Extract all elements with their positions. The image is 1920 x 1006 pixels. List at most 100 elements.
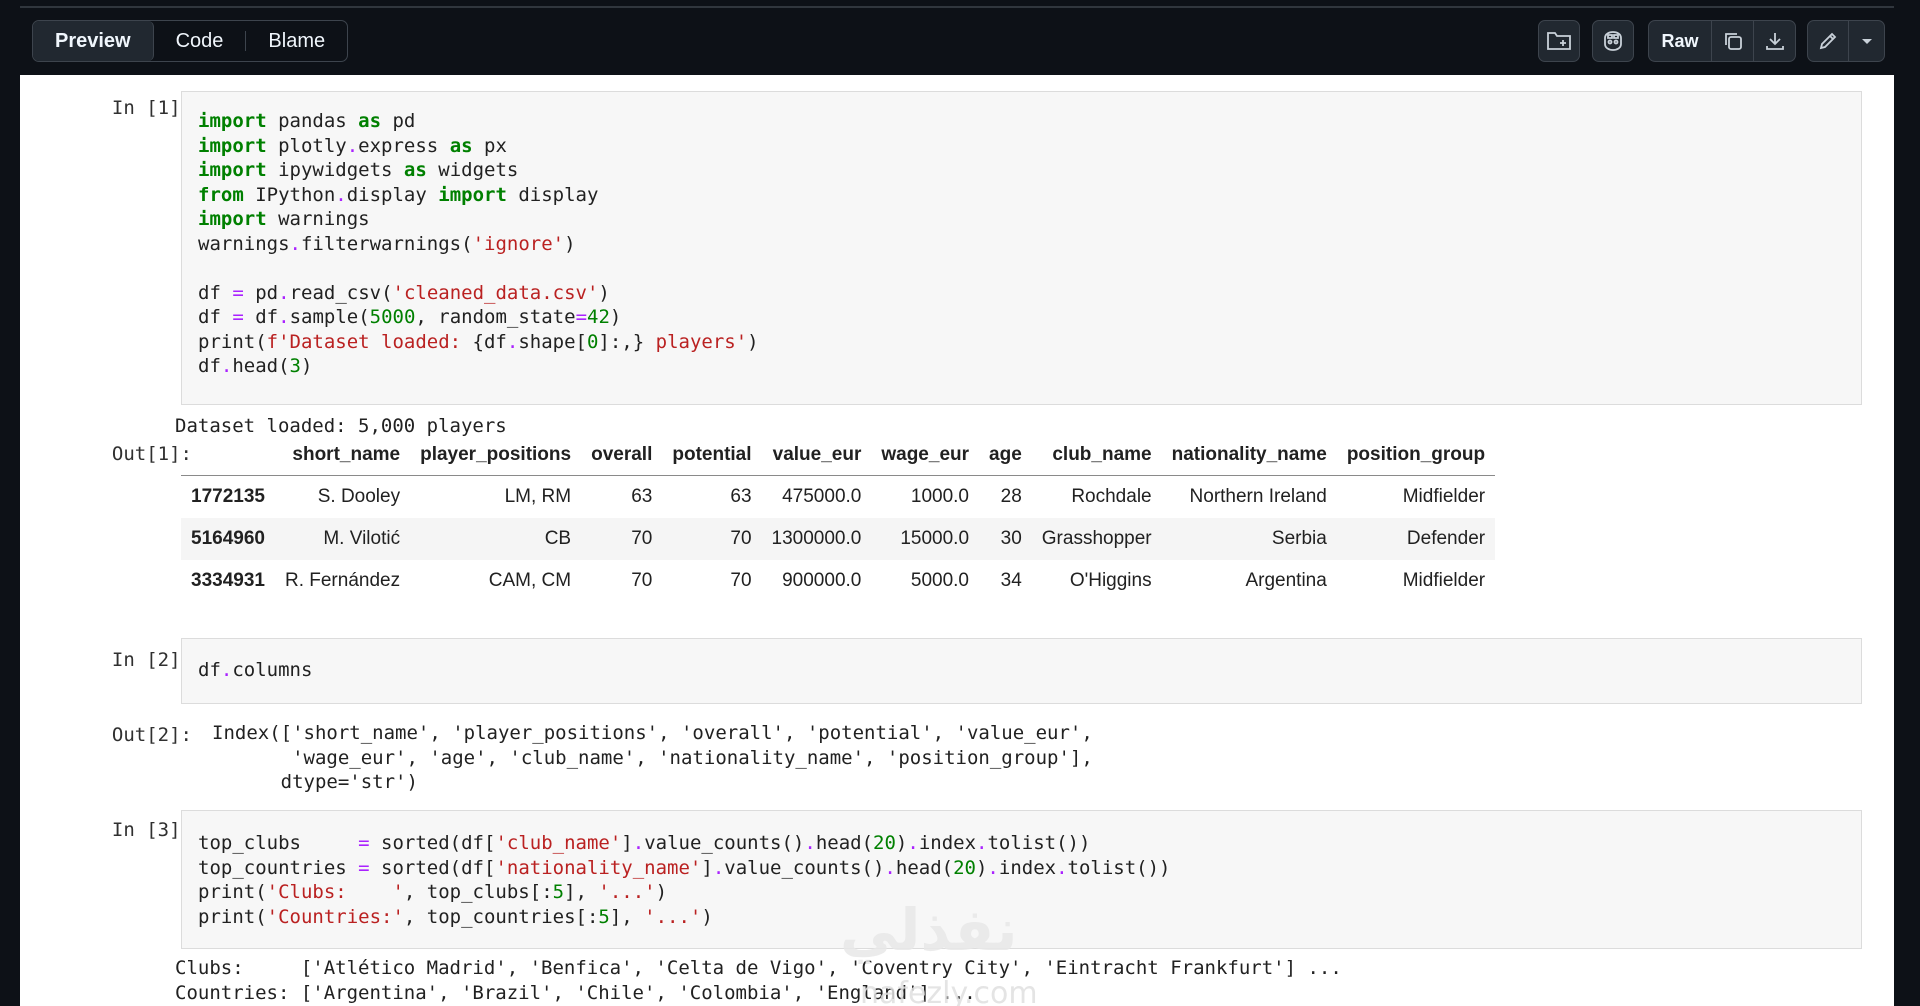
out-prompt-2: Out[2]:: [111, 724, 192, 746]
folder-add-icon: [1547, 32, 1571, 50]
raw-button[interactable]: Raw: [1649, 21, 1712, 61]
code-token: df: [198, 355, 221, 377]
notebook-viewer: Preview Code Blame Raw In [1]: import pa…: [20, 8, 1894, 1006]
code-token: print(: [198, 905, 267, 928]
code-token: 5000: [369, 306, 416, 328]
in-prompt-1: In [1]:: [111, 97, 192, 119]
code-token: ): [747, 330, 759, 353]
column-header: potential: [662, 435, 762, 476]
code-token: .: [987, 856, 999, 879]
output-2: Index(['short_name', 'player_positions',…: [212, 722, 1093, 793]
code-token: warnings: [266, 208, 370, 230]
code-cell-1[interactable]: import pandas as pd import plotly.expres…: [181, 91, 1862, 405]
code-token: pd: [243, 281, 279, 304]
code-token: 'ignore': [472, 232, 565, 255]
code-token: 'Countries:': [266, 905, 404, 928]
code-token: shape[: [518, 330, 587, 353]
code-token: '...': [598, 881, 656, 903]
code-token: ): [564, 232, 576, 255]
tab-code[interactable]: Code: [154, 21, 246, 61]
code-token: .: [289, 232, 301, 255]
table-cell: Defender: [1406, 528, 1486, 549]
row-index: 1772135: [191, 486, 265, 507]
code-token: sorted(df[: [369, 832, 496, 854]
chevron-down-icon: [1861, 39, 1872, 44]
code-token: .: [278, 306, 290, 328]
edit-options-dropdown[interactable]: [1849, 21, 1884, 61]
column-header: short_name: [274, 435, 411, 476]
code-token: tolist()): [987, 832, 1091, 854]
code-token: .: [712, 856, 725, 879]
code-token: print(: [198, 330, 267, 353]
table-cell: Serbia: [1271, 528, 1327, 549]
code-token: display: [506, 183, 599, 206]
copilot-button[interactable]: [1592, 20, 1634, 62]
code-token: 0: [586, 330, 599, 353]
table-cell: Rochdale: [1071, 486, 1152, 507]
download-button[interactable]: [1754, 21, 1795, 61]
table-cell: Midfielder: [1402, 570, 1486, 591]
code-token: 5: [598, 905, 610, 928]
file-toolbar: Preview Code Blame Raw: [20, 8, 1894, 75]
open-in-codespace-button[interactable]: [1538, 20, 1580, 62]
code-token: .: [346, 134, 359, 157]
code-cell-2[interactable]: df.columns: [181, 638, 1862, 704]
code-token: pd: [381, 110, 416, 132]
code-token: 3: [289, 355, 301, 377]
table-cell: CB: [544, 528, 572, 549]
column-header: club_name: [1031, 435, 1162, 476]
table-cell: 70: [730, 528, 752, 549]
code-token: index: [918, 832, 977, 854]
code-token: print(: [198, 881, 267, 903]
table-cell: 30: [1000, 528, 1022, 549]
code-token: 5: [552, 881, 565, 903]
code-token: ): [895, 832, 908, 854]
code-token: ipywidgets: [266, 159, 404, 181]
code-token: ): [701, 905, 713, 928]
code-token: ): [598, 281, 610, 304]
column-header: value_eur: [761, 435, 872, 476]
edit-file-button[interactable]: [1808, 21, 1849, 61]
tab-preview[interactable]: Preview: [33, 21, 154, 61]
code-token: , top_countries[:: [403, 905, 599, 928]
code-token: 'club_name': [495, 832, 622, 854]
code-token: IPython: [243, 183, 336, 206]
watermark-logo: نفذلي: [840, 896, 1018, 964]
table-cell: 70: [730, 570, 752, 591]
column-header: player_positions: [410, 435, 582, 476]
code-token: columns: [232, 659, 313, 681]
code-token: =: [575, 306, 588, 328]
code-token: ]: [701, 856, 713, 879]
code-token: import: [198, 134, 267, 157]
edit-actions-group: [1807, 20, 1885, 62]
copy-raw-button[interactable]: [1712, 21, 1754, 61]
code-token: warnings: [198, 232, 290, 255]
code-token: pandas: [266, 110, 359, 132]
code-token: ): [655, 881, 668, 903]
copy-icon: [1724, 33, 1742, 50]
code-token: value_counts(): [644, 832, 805, 854]
code-token: ]: [621, 832, 633, 854]
code-token: sample(: [289, 306, 370, 328]
copilot-icon: [1604, 31, 1622, 51]
code-token: .: [335, 183, 347, 206]
table-cell: 70: [631, 570, 653, 591]
code-token: .: [976, 832, 988, 854]
table-cell: Midfielder: [1402, 486, 1486, 507]
table-cell: 1000.0: [910, 486, 970, 507]
code-token: import: [438, 183, 507, 206]
code-token: ): [609, 306, 622, 328]
code-cell-3[interactable]: top_clubs = sorted(df['club_name'].value…: [181, 810, 1862, 949]
code-token: read_csv(: [289, 281, 393, 304]
table-cell: 900000.0: [782, 570, 862, 591]
tab-blame[interactable]: Blame: [246, 21, 347, 61]
code-token: top_countries: [198, 856, 359, 879]
column-header: age: [979, 435, 1032, 476]
dataframe-table: short_name player_positions overall pote…: [181, 435, 1496, 602]
code-token: head(: [815, 832, 874, 854]
code-token: , random_state: [415, 306, 576, 328]
code-cell-2-source: df.columns: [182, 639, 1861, 702]
table-cell: 63: [730, 486, 752, 507]
code-token: tolist()): [1067, 856, 1171, 879]
code-token: 'nationality_name': [495, 856, 702, 879]
